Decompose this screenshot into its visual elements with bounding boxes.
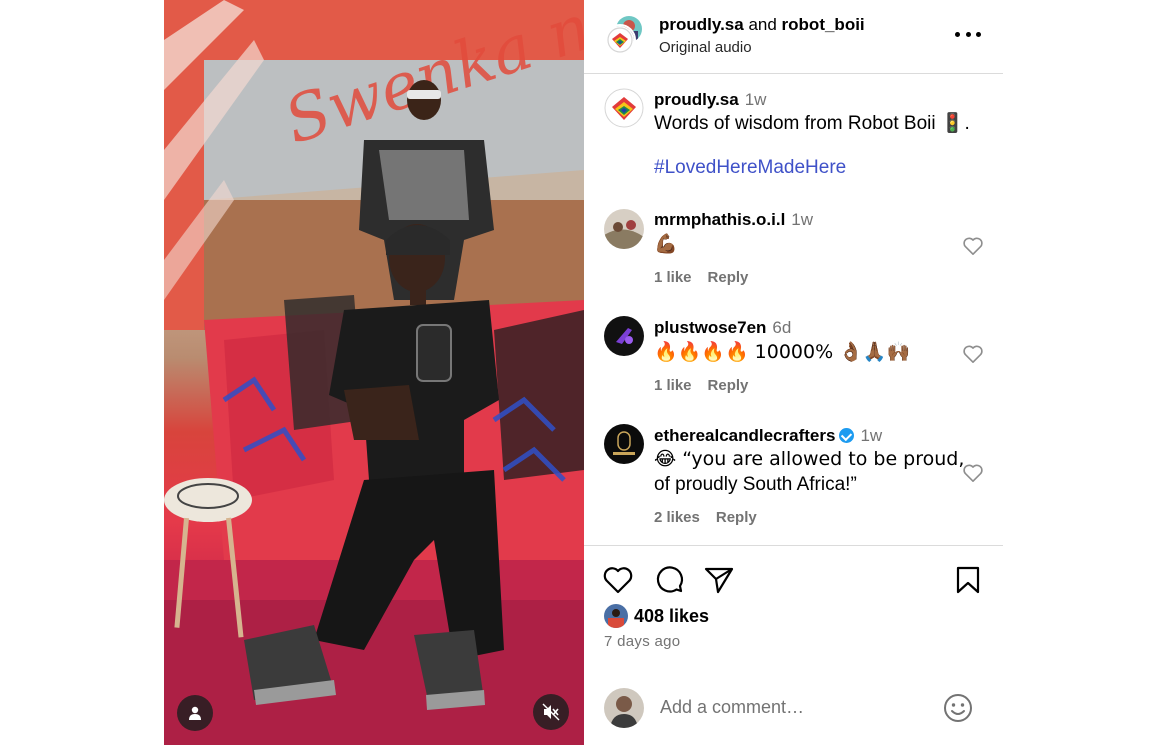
audio-toggle-button[interactable] <box>533 694 569 730</box>
heart-icon[interactable] <box>602 564 634 596</box>
tagged-users-button[interactable] <box>177 695 213 731</box>
caption-username[interactable]: proudly.sa 1w <box>654 90 766 110</box>
collab-joiner: and <box>748 15 777 34</box>
bookmark-icon[interactable] <box>952 564 984 596</box>
post-photo: Swenka ngendocal <box>164 0 584 745</box>
comment-likes[interactable]: 2 likes <box>654 509 700 526</box>
avatar[interactable] <box>604 24 636 56</box>
comment-username[interactable]: mrmphathis.o.i.l 1w <box>654 210 813 230</box>
heart-icon[interactable] <box>962 463 984 483</box>
caption-text: Words of wisdom from Robot Boii 🚦. <box>654 113 970 134</box>
reply-button[interactable]: Reply <box>716 509 757 526</box>
reply-button[interactable]: Reply <box>708 269 749 286</box>
comment-input[interactable] <box>660 694 930 720</box>
avatar[interactable] <box>604 424 644 464</box>
comment-username[interactable]: etherealcandlecrafters 1w <box>654 426 882 446</box>
caption-time: 1w <box>744 90 767 109</box>
post-header: proudly.sa and robot_boii Original audio <box>584 0 1003 74</box>
audio-link[interactable]: Original audio <box>659 39 752 56</box>
comment-text: 🔥🔥🔥🔥 10000% 👌🏾🙏🏾🙌🏾 <box>654 341 911 363</box>
comment-icon[interactable] <box>653 564 685 596</box>
comment-username[interactable]: plustwose7en 6d <box>654 318 791 338</box>
likes-count[interactable]: 408 likes <box>634 606 709 627</box>
avatar <box>604 688 644 728</box>
comment-likes[interactable]: 1 like <box>654 377 692 394</box>
more-options-button[interactable] <box>955 24 981 44</box>
avatar <box>604 604 628 628</box>
comment-text: 💪🏾 <box>654 233 678 255</box>
verified-badge-icon <box>839 428 855 443</box>
speaker-muted-icon <box>542 703 560 721</box>
action-bar <box>584 560 1003 600</box>
comment-meta: 1 like Reply <box>654 269 748 286</box>
paper-plane-icon[interactable] <box>703 564 735 596</box>
post-details: proudly.sa and robot_boii Original audio… <box>584 0 1003 745</box>
comment-likes[interactable]: 1 like <box>654 269 692 286</box>
heart-icon[interactable] <box>962 236 984 256</box>
comment-meta: 2 likes Reply <box>654 509 757 526</box>
hashtag-link[interactable]: #LovedHereMadeHere <box>654 155 846 180</box>
collab-accounts: proudly.sa and robot_boii <box>659 15 865 35</box>
comment-text: 😂 “you are allowed to be proud, <box>654 448 965 470</box>
comment-time: 1w <box>791 210 814 229</box>
avatar[interactable] <box>604 316 644 356</box>
comment-text: of proudly South Africa!” <box>654 474 857 495</box>
likes-summary[interactable]: 408 likes <box>604 604 709 628</box>
comment-time: 6d <box>772 318 792 337</box>
avatar[interactable] <box>604 88 644 128</box>
post-media[interactable]: Swenka ngendocal <box>164 0 584 745</box>
reply-button[interactable]: Reply <box>708 377 749 394</box>
post-date[interactable]: 7 days ago <box>604 633 680 650</box>
comments-section: proudly.sa 1w Words of wisdom from Robot … <box>584 74 1003 546</box>
more-horizontal-icon <box>955 31 960 37</box>
user-icon <box>189 706 201 720</box>
comment-meta: 1 like Reply <box>654 377 748 394</box>
add-comment-bar <box>584 680 1003 735</box>
account-link[interactable]: robot_boii <box>782 15 865 34</box>
heart-icon[interactable] <box>962 344 984 364</box>
comment-time: 1w <box>860 426 883 445</box>
avatar[interactable] <box>604 209 644 249</box>
smiley-icon[interactable] <box>942 692 974 724</box>
account-link[interactable]: proudly.sa <box>659 15 744 34</box>
